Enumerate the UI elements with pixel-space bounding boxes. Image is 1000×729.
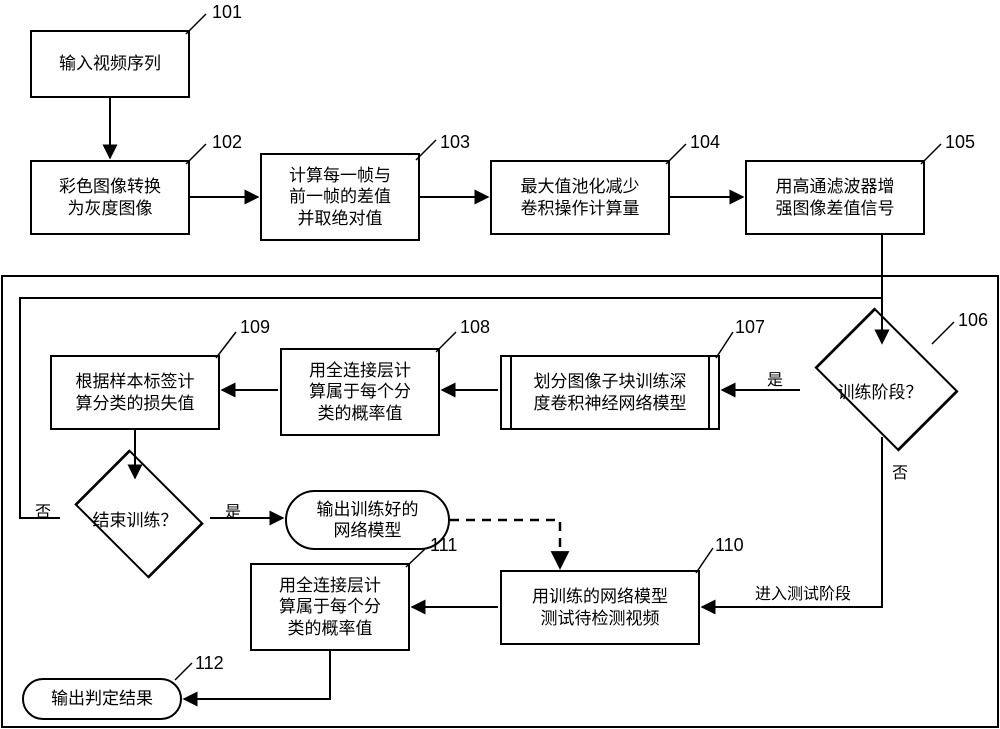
step-111-text: 用全连接层计算属于每个分类的概率值 [279,575,381,639]
tag-103: 103 [440,132,470,153]
step-out-model: 输出训练好的网络模型 [285,490,450,550]
tag-110: 110 [715,535,744,556]
tag-107: 107 [735,317,765,338]
tag-102: 102 [212,132,242,153]
step-101: 输入视频序列 [30,30,190,98]
step-103: 计算每一帧与前一帧的差值并取绝对值 [260,153,420,241]
label-yes-end: 是 [225,498,241,522]
step-104-text: 最大值池化减少卷积操作计算量 [521,176,640,219]
step-104: 最大值池化减少卷积操作计算量 [490,160,670,235]
step-107: 划分图像子块训练深度卷积神经网络模型 [500,355,720,430]
step-108-text: 用全连接层计算属于每个分类的概率值 [309,360,411,424]
step-111: 用全连接层计算属于每个分类的概率值 [250,563,410,651]
step-109-text: 根据样本标签计算分类的损失值 [76,371,195,414]
tag-106: 106 [958,310,988,331]
step-out-model-text: 输出训练好的网络模型 [317,499,419,542]
step-105: 用高通滤波器增强图像差值信号 [745,160,925,235]
step-112: 输出判定结果 [22,678,182,720]
flowchart-canvas: 输入视频序列 101 彩色图像转换为灰度图像 102 计算每一帧与前一帧的差值并… [0,0,1000,729]
label-no-106: 否 [892,459,908,483]
step-101-text: 输入视频序列 [59,53,161,74]
label-no-end: 否 [35,498,51,522]
step-105-text: 用高通滤波器增强图像差值信号 [776,176,895,219]
tag-109: 109 [240,317,270,338]
step-110-text: 用训练的网络模型测试待检测视频 [532,586,668,629]
step-103-text: 计算每一帧与前一帧的差值并取绝对值 [289,165,391,229]
tag-111: 111 [430,535,457,556]
tag-101: 101 [212,2,242,23]
tag-105: 105 [945,132,975,153]
step-110: 用训练的网络模型测试待检测视频 [500,570,700,645]
step-108: 用全连接层计算属于每个分类的概率值 [280,348,440,436]
step-112-text: 输出判定结果 [51,688,153,709]
label-yes-106: 是 [767,366,783,390]
step-102: 彩色图像转换为灰度图像 [30,160,190,235]
decision-106: 训练阶段？ [795,345,965,435]
decision-end-train: 结束训练？ [55,478,215,558]
step-102-text: 彩色图像转换为灰度图像 [59,176,161,219]
tag-112: 112 [195,653,224,674]
step-107-text: 划分图像子块训练深度卷积神经网络模型 [534,371,687,414]
tag-104: 104 [690,132,720,153]
label-enter-test: 进入测试阶段 [755,580,851,604]
step-109: 根据样本标签计算分类的损失值 [50,355,220,430]
tag-108: 108 [460,317,490,338]
